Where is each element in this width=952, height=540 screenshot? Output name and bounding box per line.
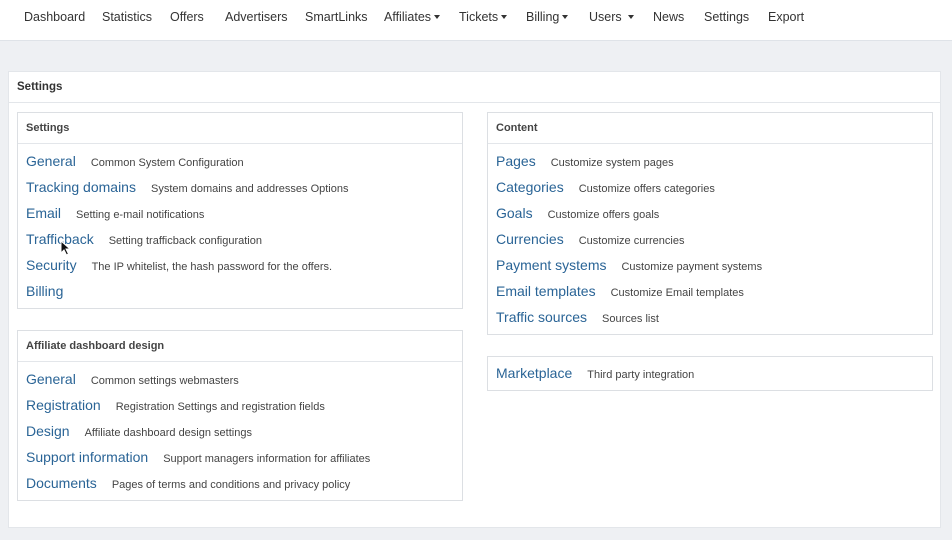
affiliate-design-panel: Affiliate dashboard design General Common… bbox=[17, 330, 463, 501]
security-link[interactable]: Security bbox=[26, 257, 77, 273]
marketplace-link[interactable]: Marketplace bbox=[496, 365, 572, 381]
nav-settings-label: Settings bbox=[704, 10, 750, 24]
registration-link[interactable]: Registration bbox=[26, 397, 101, 413]
settings-row-security: Security The IP whitelist, the hash passw… bbox=[26, 257, 332, 277]
content-panel-title: Content bbox=[496, 122, 538, 134]
settings-row-billing: Billing bbox=[26, 283, 63, 303]
nav-billing-label: Billing bbox=[526, 10, 560, 24]
email-templates-link[interactable]: Email templates bbox=[496, 283, 596, 299]
trafficback-desc: Setting trafficback configuration bbox=[108, 235, 262, 247]
caret-down-icon bbox=[627, 15, 634, 19]
affiliate-row-documents: Documents Pages of terms and conditions a… bbox=[26, 475, 350, 495]
email-templates-desc: Customize Email templates bbox=[610, 287, 744, 299]
affiliate-design-panel-title: Affiliate dashboard design bbox=[26, 340, 165, 352]
caret-down-icon bbox=[501, 15, 508, 19]
nav-tickets-label: Tickets bbox=[459, 10, 499, 24]
currencies-link[interactable]: Currencies bbox=[496, 231, 564, 247]
marketplace-desc: Third party integration bbox=[587, 369, 695, 381]
settings-panel: Settings General Common System Configurat… bbox=[17, 112, 463, 309]
content-row-currencies: Currencies Customize currencies bbox=[496, 231, 684, 251]
nav-export-label: Export bbox=[768, 10, 805, 24]
payment-systems-link[interactable]: Payment systems bbox=[496, 257, 606, 273]
support-information-link[interactable]: Support information bbox=[26, 449, 148, 465]
nav-users-label: Users bbox=[589, 10, 622, 24]
tracking-domains-desc: System domains and addresses Options bbox=[150, 183, 349, 195]
main-panel-header: Settings bbox=[9, 72, 940, 103]
nav-smartlinks-label: SmartLinks bbox=[305, 10, 368, 24]
page-title: Settings bbox=[17, 81, 63, 93]
design-link[interactable]: Design bbox=[26, 423, 70, 439]
nav-news-label: News bbox=[653, 10, 685, 24]
content-row-traffic-sources: Traffic sources Sources list bbox=[496, 309, 659, 329]
content-row-email-templates: Email templates Customize Email templates bbox=[496, 283, 744, 303]
email-desc: Setting e-mail notifications bbox=[76, 209, 205, 221]
marketplace-panel: Marketplace Third party integration bbox=[487, 356, 933, 391]
goals-desc: Customize offers goals bbox=[547, 209, 660, 221]
settings-row-tracking-domains: Tracking domains System domains and addre… bbox=[26, 179, 348, 199]
tracking-domains-link[interactable]: Tracking domains bbox=[26, 179, 136, 195]
design-desc: Affiliate dashboard design settings bbox=[84, 427, 252, 439]
nav-smartlinks[interactable]: SmartLinks bbox=[305, 10, 368, 24]
traffic-sources-link[interactable]: Traffic sources bbox=[496, 309, 587, 325]
nav-tickets[interactable]: Tickets bbox=[459, 10, 508, 24]
affiliate-general-desc: Common settings webmasters bbox=[90, 375, 239, 387]
general-link[interactable]: General bbox=[26, 153, 76, 169]
nav-affiliates-label: Affiliates bbox=[384, 10, 432, 24]
nav-users[interactable]: Users bbox=[589, 10, 634, 24]
general-desc: Common System Configuration bbox=[90, 157, 244, 169]
registration-desc: Registration Settings and registration f… bbox=[115, 401, 325, 413]
nav-dashboard-label: Dashboard bbox=[24, 10, 86, 24]
nav-offers[interactable]: Offers bbox=[170, 10, 204, 24]
top-navbar: Dashboard Statistics Offers Advertisers … bbox=[0, 0, 952, 41]
content-row-categories: Categories Customize offers categories bbox=[496, 179, 715, 199]
settings-panel-header: Settings bbox=[18, 113, 462, 144]
affiliate-row-support-information: Support information Support managers info… bbox=[26, 449, 370, 469]
content-row-goals: Goals Customize offers goals bbox=[496, 205, 659, 225]
email-link[interactable]: Email bbox=[26, 205, 61, 221]
settings-row-email: Email Setting e-mail notifications bbox=[26, 205, 204, 225]
nav-advertisers[interactable]: Advertisers bbox=[225, 10, 288, 24]
content-row-payment-systems: Payment systems Customize payment systems bbox=[496, 257, 762, 277]
pages-desc: Customize system pages bbox=[550, 157, 674, 169]
pages-link[interactable]: Pages bbox=[496, 153, 536, 169]
affiliate-design-panel-header: Affiliate dashboard design bbox=[18, 331, 462, 362]
settings-panel-title: Settings bbox=[26, 122, 70, 134]
security-desc: The IP whitelist, the hash password for … bbox=[91, 261, 333, 273]
support-information-desc: Support managers information for affilia… bbox=[163, 453, 371, 465]
categories-link[interactable]: Categories bbox=[496, 179, 564, 195]
traffic-sources-desc: Sources list bbox=[602, 313, 659, 325]
nav-billing[interactable]: Billing bbox=[526, 10, 569, 24]
nav-advertisers-label: Advertisers bbox=[225, 10, 288, 24]
categories-desc: Customize offers categories bbox=[578, 183, 715, 195]
nav-settings[interactable]: Settings bbox=[704, 10, 749, 24]
affiliate-row-general: General Common settings webmasters bbox=[26, 371, 239, 391]
nav-statistics-label: Statistics bbox=[102, 10, 153, 24]
affiliate-row-design: Design Affiliate dashboard design setting… bbox=[26, 423, 252, 443]
mouse-pointer-icon bbox=[60, 240, 72, 256]
content-panel-header: Content bbox=[488, 113, 932, 144]
affiliate-row-registration: Registration Registration Settings and re… bbox=[26, 397, 325, 417]
nav-export[interactable]: Export bbox=[768, 10, 804, 24]
documents-desc: Pages of terms and conditions and privac… bbox=[111, 479, 351, 491]
settings-row-general: General Common System Configuration bbox=[26, 153, 244, 173]
nav-dashboard[interactable]: Dashboard bbox=[24, 10, 85, 24]
billing-link[interactable]: Billing bbox=[26, 283, 63, 299]
nav-offers-label: Offers bbox=[170, 10, 204, 24]
content-panel: Content Pages Customize system pages Cate… bbox=[487, 112, 933, 335]
nav-statistics[interactable]: Statistics bbox=[102, 10, 152, 24]
nav-affiliates[interactable]: Affiliates bbox=[384, 10, 441, 24]
marketplace-row: Marketplace Third party integration bbox=[496, 365, 694, 385]
caret-down-icon bbox=[562, 15, 569, 19]
content-row-pages: Pages Customize system pages bbox=[496, 153, 674, 173]
goals-link[interactable]: Goals bbox=[496, 205, 533, 221]
documents-link[interactable]: Documents bbox=[26, 475, 97, 491]
nav-news[interactable]: News bbox=[653, 10, 684, 24]
settings-main-panel: Settings Settings General Common System C… bbox=[8, 71, 941, 528]
payment-systems-desc: Customize payment systems bbox=[621, 261, 763, 273]
currencies-desc: Customize currencies bbox=[578, 235, 685, 247]
affiliate-general-link[interactable]: General bbox=[26, 371, 76, 387]
caret-down-icon bbox=[434, 15, 441, 19]
